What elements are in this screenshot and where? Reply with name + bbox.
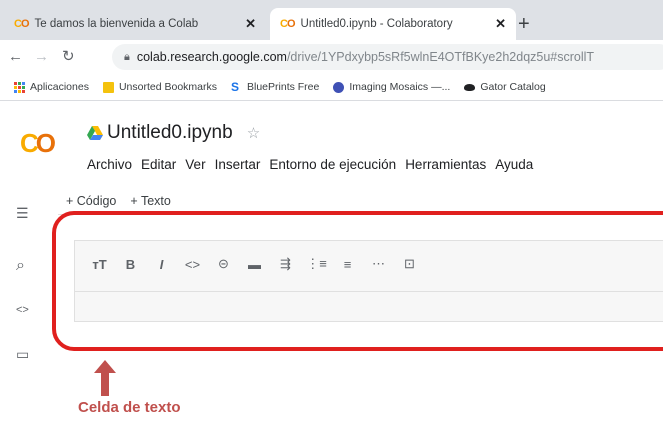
browser-toolbar: ← → ↻ 🔒︎ colab.research.google.com/drive… bbox=[0, 40, 663, 74]
blueprints-icon: S bbox=[231, 79, 240, 94]
folder-icon bbox=[102, 81, 114, 93]
apps-grid-icon bbox=[14, 81, 25, 93]
callout-label: Celda de texto bbox=[78, 399, 181, 416]
bookmark-aplicaciones[interactable]: Aplicaciones bbox=[14, 81, 89, 93]
forward-arrow-icon[interactable]: → bbox=[34, 48, 49, 66]
bookmark-gator-catalog[interactable]: Gator Catalog bbox=[464, 81, 546, 93]
add-code-button[interactable]: + Código bbox=[66, 194, 116, 208]
add-cell-toolbar: + Código + Texto bbox=[66, 194, 185, 208]
code-snippets-icon[interactable]: <> bbox=[16, 304, 29, 316]
bookmark-imaging-mosaics[interactable]: Imaging Mosaics —... bbox=[333, 81, 450, 93]
menu-entorno-de-ejecucion[interactable]: Entorno de ejecución bbox=[269, 157, 396, 172]
star-icon[interactable]: ☆ bbox=[247, 124, 260, 142]
url-path: /drive/1YPdxybp5sRf5wlnE4OTfBKye2h2dqz5u… bbox=[286, 50, 595, 64]
tab-untitled-notebook[interactable]: CO Untitled0.ipynb - Colaboratory ✕ bbox=[270, 8, 516, 40]
menu-ver[interactable]: Ver bbox=[185, 157, 205, 172]
notebook-title[interactable]: Untitled0.ipynb ☆ bbox=[87, 122, 260, 144]
menu-herramientas[interactable]: Herramientas bbox=[405, 157, 486, 172]
up-arrow-icon bbox=[94, 360, 116, 396]
tab-title: Untitled0.ipynb - Colaboratory bbox=[300, 18, 453, 30]
menu-editar[interactable]: Editar bbox=[141, 157, 176, 172]
back-arrow-icon[interactable]: ← bbox=[8, 48, 23, 66]
bookmark-label: Imaging Mosaics —... bbox=[349, 81, 451, 93]
google-drive-icon bbox=[87, 126, 103, 140]
notebook-title-text[interactable]: Untitled0.ipynb bbox=[107, 122, 233, 144]
gator-icon bbox=[464, 83, 476, 91]
tab-close-icon[interactable]: ✕ bbox=[495, 16, 506, 32]
bookmark-blueprints[interactable]: S BluePrints Free bbox=[231, 79, 320, 94]
bookmark-unsorted[interactable]: Unsorted Bookmarks bbox=[102, 81, 217, 93]
bookmark-label: Aplicaciones bbox=[30, 81, 89, 93]
browser-tab-strip: CO Te damos la bienvenida a Colab ✕ CO U… bbox=[0, 0, 663, 40]
menu-ayuda[interactable]: Ayuda bbox=[495, 157, 533, 172]
menu-insertar[interactable]: Insertar bbox=[215, 157, 261, 172]
lock-icon: 🔒︎ bbox=[124, 50, 130, 63]
colab-logo[interactable]: CO bbox=[20, 130, 56, 156]
bookmark-label: Unsorted Bookmarks bbox=[118, 81, 217, 93]
bookmark-label: Gator Catalog bbox=[480, 81, 546, 93]
address-bar[interactable]: 🔒︎ colab.research.google.com/drive/1YPdx… bbox=[112, 44, 663, 70]
colab-tab-logo-icon: CO bbox=[280, 18, 295, 30]
tab-title: Te damos la bienvenida a Colab bbox=[34, 18, 199, 30]
bookmark-label: BluePrints Free bbox=[247, 81, 320, 93]
reload-icon[interactable]: ↻ bbox=[62, 48, 75, 66]
highlight-box bbox=[52, 211, 663, 351]
table-of-contents-icon[interactable]: ☰ bbox=[16, 205, 29, 222]
menu-archivo[interactable]: Archivo bbox=[87, 157, 132, 172]
search-icon[interactable]: ⌕ bbox=[16, 257, 25, 275]
colab-tab-logo-icon: CO bbox=[14, 18, 29, 30]
files-icon[interactable]: ▭ bbox=[16, 346, 29, 363]
bookmarks-bar: Aplicaciones Unsorted Bookmarks S BluePr… bbox=[0, 74, 663, 101]
tab-welcome[interactable]: CO Te damos la bienvenida a Colab ✕ bbox=[4, 8, 266, 40]
tab-close-icon[interactable]: ✕ bbox=[245, 16, 256, 32]
imaging-icon bbox=[333, 81, 345, 93]
add-text-button[interactable]: + Texto bbox=[130, 194, 170, 208]
colab-menu-bar: Archivo Editar Ver Insertar Entorno de e… bbox=[87, 157, 542, 172]
url-host: colab.research.google.com bbox=[136, 50, 287, 64]
new-tab-button[interactable]: + bbox=[518, 14, 530, 34]
